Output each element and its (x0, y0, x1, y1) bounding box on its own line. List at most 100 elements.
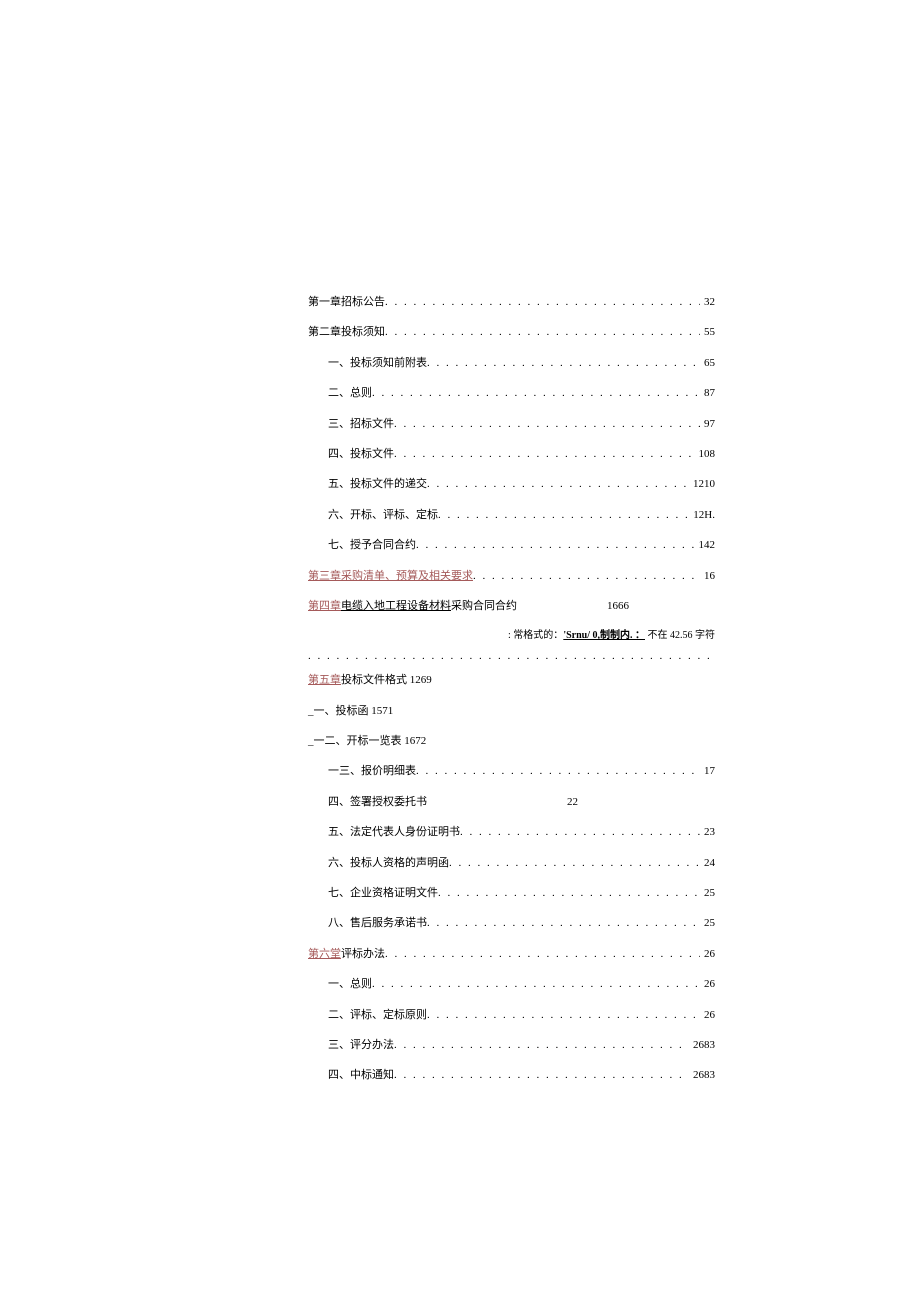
toc-entry-plain: 第五章投标文件格式 1269 (308, 673, 715, 688)
toc-page-number: 12H. (689, 508, 715, 523)
toc-page-number: 26 (700, 977, 715, 992)
toc-entry: 五、投标文件的递交 1210 (308, 477, 715, 492)
toc-entry: 八、售后服务承诺书 25 (308, 916, 715, 931)
toc-leader-dots (460, 825, 700, 840)
toc-leader-dots (394, 1068, 689, 1083)
toc-page-number: 108 (695, 447, 716, 462)
toc-leader-dots (385, 947, 700, 962)
toc-entry-plain: 四、签署授权委托书 22 (308, 795, 715, 810)
toc-leader-dots (427, 916, 700, 931)
toc-entry: 一、总则 26 (308, 977, 715, 992)
toc-page-number: 23 (700, 825, 715, 840)
toc-chapter-link[interactable]: 第六堂 (308, 948, 341, 960)
toc-label[interactable]: 第三章采购清单、预算及相关要求 (308, 569, 473, 584)
toc-leader-dots (438, 508, 689, 523)
toc-entry: 第一章招标公告 32 (308, 295, 715, 310)
toc-chapter-link[interactable]: 第五章 (308, 674, 341, 686)
toc-label: 四、签署授权委托书 (328, 796, 427, 808)
toc-label: 四、投标文件 (328, 447, 394, 462)
toc-label: 五、投标文件的递交 (328, 477, 427, 492)
toc-entry: 六、投标人资格的声明函 24 (308, 856, 715, 871)
toc-entry: 二、评标、定标原则 26 (308, 1008, 715, 1023)
toc-page-number: 55 (700, 325, 715, 340)
toc-entry: 第六堂评标办法 26 (308, 947, 715, 962)
toc-page-number: 87 (700, 386, 715, 401)
toc-label: 二、总则 (328, 386, 372, 401)
toc-page-number: 24 (700, 856, 715, 871)
format-note: : 常格式的：'Srnu/ 0,制制内. ： 不在 42.56 字符 (308, 629, 715, 643)
toc-label: 第二章投标须知 (308, 325, 385, 340)
toc-label: _一、投标函 1571 (308, 705, 393, 717)
toc-label: _一二、开标一览表 1672 (308, 735, 426, 747)
toc-leader-dots (394, 1038, 689, 1053)
toc-label: 采购合同合约 (451, 600, 517, 612)
toc-leader-dots (385, 295, 700, 310)
toc-leader-dots (385, 325, 700, 340)
toc-page-number: 65 (700, 356, 715, 371)
toc-leader-dots (427, 356, 700, 371)
toc-leader-dots (449, 856, 700, 871)
toc-label: 二、评标、定标原则 (328, 1008, 427, 1023)
toc-leader-dots (394, 447, 695, 462)
toc-entry: 二、总则 87 (308, 386, 715, 401)
toc-page-number: 32 (700, 295, 715, 310)
toc-label: 四、中标通知 (328, 1068, 394, 1083)
toc-page-number: 2683 (689, 1038, 715, 1053)
toc-label: 一、总则 (328, 977, 372, 992)
toc-label: 六、开标、评标、定标 (328, 508, 438, 523)
toc-label: 七、企业资格证明文件 (328, 886, 438, 901)
toc-entry: 一三、报价明细表 17 (308, 764, 715, 779)
note-tail: 不在 42.56 字符 (645, 630, 715, 641)
toc-label: 投标文件格式 1269 (341, 674, 432, 686)
toc-entry-plain: 第四章电缆入地工程设备材料采购合同合约 1666 (308, 599, 715, 614)
toc-label: 第一章招标公告 (308, 295, 385, 310)
toc-leader-dots (372, 386, 700, 401)
toc-entry: 第三章采购清单、预算及相关要求 16 (308, 569, 715, 584)
toc-entry-plain: _一二、开标一览表 1672 (308, 734, 715, 749)
toc-entry: 四、中标通知 2683 (308, 1068, 715, 1083)
toc-page-number: 142 (695, 538, 716, 553)
toc-leader-dots (394, 417, 700, 432)
toc-leader-dots (372, 977, 700, 992)
toc-entry: 六、开标、评标、定标 12H. (308, 508, 715, 523)
toc-leader-dots (427, 477, 689, 492)
toc-entry: 一、投标须知前附表 65 (308, 356, 715, 371)
toc-leader-dots (473, 569, 700, 584)
toc-entry: 五、法定代表人身份证明书 23 (308, 825, 715, 840)
toc-entry: 四、投标文件 108 (308, 447, 715, 462)
toc-entry-plain: _一、投标函 1571 (308, 704, 715, 719)
toc-page-number: 2683 (689, 1068, 715, 1083)
toc-entry: 三、评分办法 2683 (308, 1038, 715, 1053)
toc-page-number: 25 (700, 916, 715, 931)
note-code: 'Srnu/ 0,制制内. ： (563, 630, 645, 641)
toc-entry: 第二章投标须知 55 (308, 325, 715, 340)
toc-label: 八、售后服务承诺书 (328, 916, 427, 931)
toc-label: 三、评分办法 (328, 1038, 394, 1053)
toc-label: 三、招标文件 (328, 417, 394, 432)
toc-page-number: 97 (700, 417, 715, 432)
toc-page-number: 26 (700, 1008, 715, 1023)
toc-page-number: 16 (700, 569, 715, 584)
toc-label: 五、法定代表人身份证明书 (328, 825, 460, 840)
toc-label-underline: 电缆入地工程设备材料 (341, 600, 451, 612)
toc-leader-dots (416, 764, 700, 779)
toc-label: 六、投标人资格的声明函 (328, 856, 449, 871)
toc-label: 第六堂评标办法 (308, 947, 385, 962)
toc-leader-dots (427, 1008, 700, 1023)
toc-page-number: 1210 (689, 477, 715, 492)
toc-label: 一、投标须知前附表 (328, 356, 427, 371)
toc-leader-dots (416, 538, 695, 553)
toc-entry: 三、招标文件 97 (308, 417, 715, 432)
toc-page-number: 26 (700, 947, 715, 962)
toc-label: 七、授予合同合约 (328, 538, 416, 553)
toc-page-number: 22 (567, 796, 578, 808)
toc-page-number: 25 (700, 886, 715, 901)
toc-page-number: 17 (700, 764, 715, 779)
toc-chapter-link[interactable]: 第四章 (308, 600, 341, 612)
note-prefix: : 常格式的： (508, 630, 563, 641)
toc-leader-dots (438, 886, 700, 901)
toc-page-number: 1666 (607, 600, 629, 612)
toc-entry: 七、授予合同合约 142 (308, 538, 715, 553)
toc-entry: 七、企业资格证明文件 25 (308, 886, 715, 901)
toc-label: 一三、报价明细表 (328, 764, 416, 779)
